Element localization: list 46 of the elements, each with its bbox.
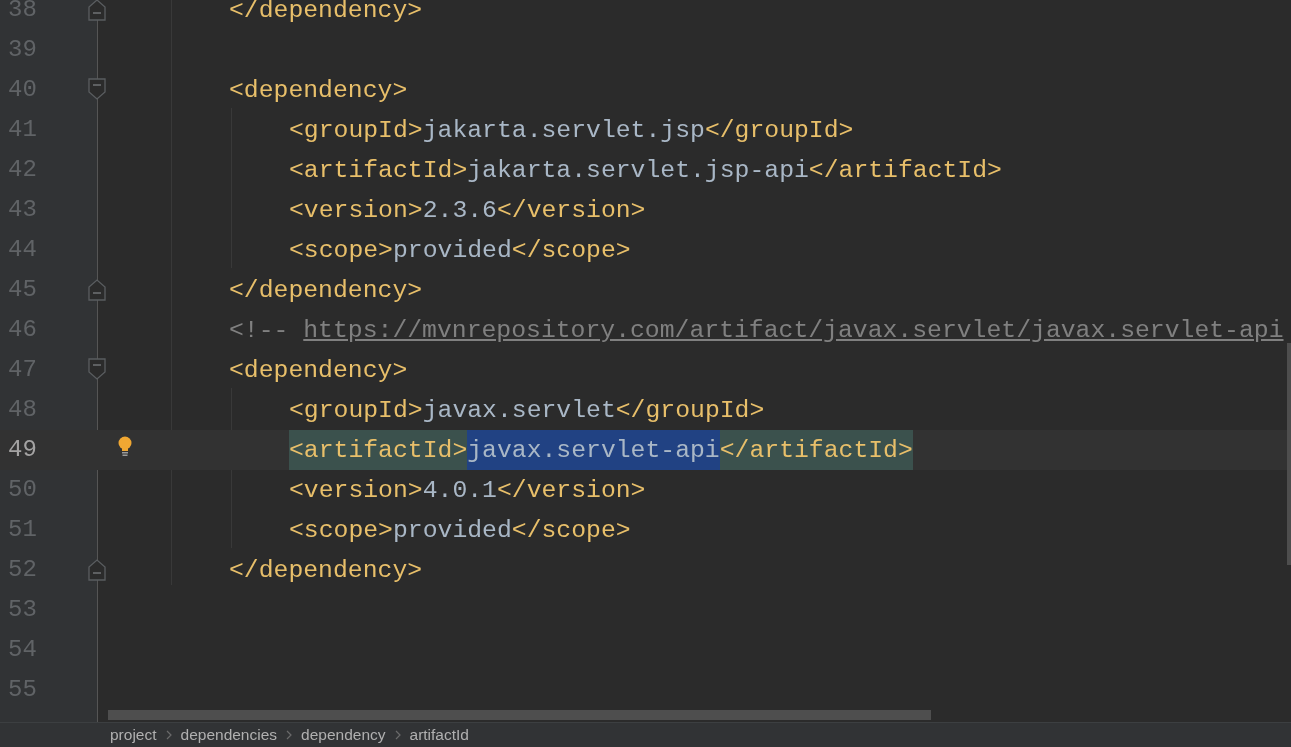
lightbulb-icon[interactable] bbox=[118, 436, 132, 456]
code-token: provided bbox=[392, 515, 512, 546]
code-token: <artifactId> bbox=[289, 155, 468, 186]
horizontal-scrollbar-thumb[interactable] bbox=[108, 710, 931, 720]
code-token: </groupId> bbox=[615, 395, 765, 426]
fold-marker-icon[interactable] bbox=[88, 78, 106, 100]
chevron-right-icon bbox=[286, 730, 293, 740]
code-token: </groupId> bbox=[704, 115, 854, 146]
code-token: <version> bbox=[289, 195, 423, 226]
code-token: </dependency> bbox=[229, 555, 423, 586]
code-token: <scope> bbox=[289, 235, 393, 266]
code-token: javax.servlet-api bbox=[467, 430, 720, 470]
fold-marker-icon[interactable] bbox=[88, 0, 106, 21]
code-token: </version> bbox=[496, 475, 646, 506]
code-token: <groupId> bbox=[289, 115, 423, 146]
breadcrumb-item[interactable]: project bbox=[110, 723, 157, 747]
line-number: 49 bbox=[8, 435, 37, 465]
vertical-scrollbar-thumb[interactable] bbox=[1287, 343, 1291, 565]
fold-marker-icon[interactable] bbox=[88, 358, 106, 380]
code-token: </artifactId> bbox=[808, 155, 1002, 186]
code-token: </scope> bbox=[511, 235, 631, 266]
code-token: </artifactId> bbox=[719, 430, 913, 470]
code-token: </scope> bbox=[511, 515, 631, 546]
code-token: <!-- bbox=[229, 315, 289, 346]
code-token: </version> bbox=[496, 195, 646, 226]
code-token: provided bbox=[392, 235, 512, 266]
code-token: <artifactId> bbox=[289, 430, 468, 470]
fold-marker-icon[interactable] bbox=[88, 279, 106, 301]
code-token: <scope> bbox=[289, 515, 393, 546]
code-token: <dependency> bbox=[229, 75, 408, 106]
fold-marker-icon[interactable] bbox=[88, 559, 106, 581]
chevron-right-icon bbox=[165, 730, 172, 740]
code-token: </dependency> bbox=[229, 275, 423, 306]
breadcrumb-item[interactable]: dependency bbox=[301, 723, 386, 747]
breadcrumb-item[interactable]: dependencies bbox=[180, 723, 278, 747]
code-token: 4.0.1 bbox=[422, 475, 497, 506]
code-token: jakarta.servlet.jsp-api bbox=[467, 155, 809, 186]
code-token: 2.3.6 bbox=[422, 195, 497, 226]
code-token: <version> bbox=[289, 475, 423, 506]
breadcrumb-item[interactable]: artifactId bbox=[409, 723, 469, 747]
chevron-right-icon bbox=[394, 730, 401, 740]
code-token: javax.servlet bbox=[422, 395, 616, 426]
url-link[interactable]: https://mvnrepository.com/artifact/javax.servlet/javax.servlet-api bbox=[303, 310, 1284, 350]
code-token: jakarta.servlet.jsp bbox=[422, 115, 705, 146]
code-token: <groupId> bbox=[289, 395, 423, 426]
code-token: <dependency> bbox=[229, 355, 408, 386]
